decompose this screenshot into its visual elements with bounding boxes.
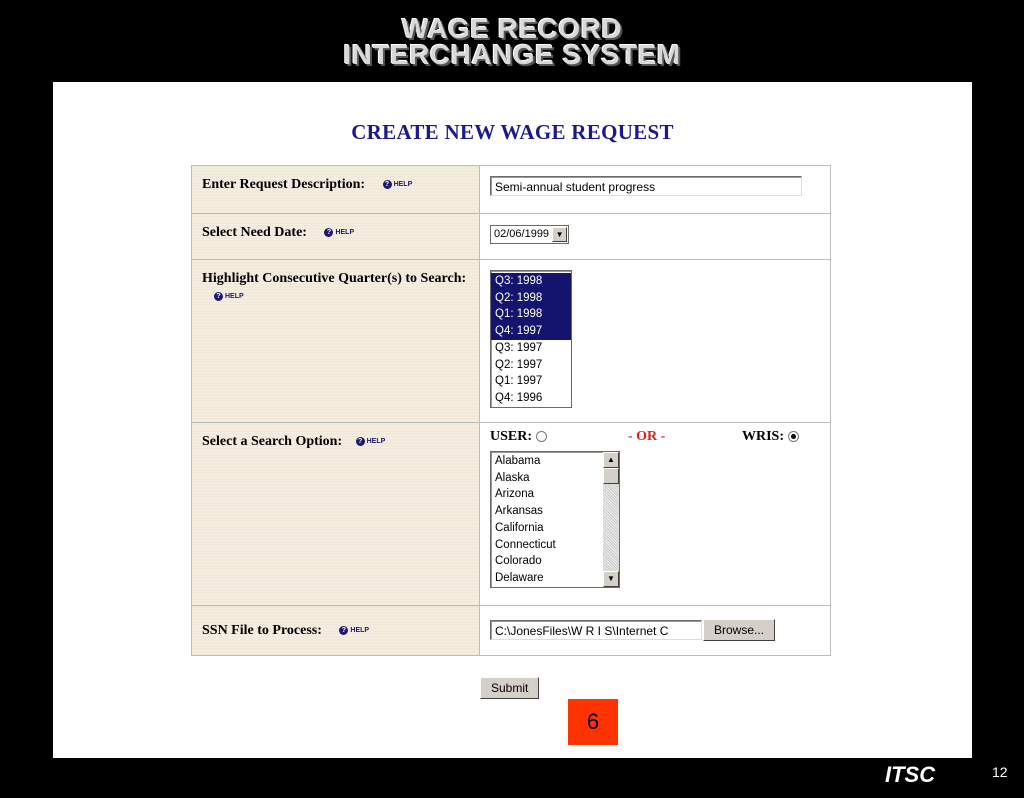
page-title: CREATE NEW WAGE REQUEST — [351, 120, 674, 144]
state-option[interactable]: Arkansas — [491, 503, 619, 520]
scroll-thumb[interactable] — [603, 468, 619, 484]
quarters-help-link[interactable]: ? HELP — [214, 288, 244, 306]
quarter-option[interactable]: Q3: 1997 — [491, 340, 571, 357]
help-icon: ? — [382, 180, 392, 189]
step-badge: 6 — [568, 699, 618, 745]
wris-radio-group: WRIS: — [742, 429, 800, 445]
quarter-option[interactable]: Q2: 1998 — [491, 289, 571, 307]
description-label-cell: Enter Request Description: ? HELP — [191, 165, 480, 214]
search-option-radios: USER: - OR - WRIS: — [490, 429, 820, 447]
state-option[interactable]: Connecticut — [491, 537, 619, 554]
quarters-field-cell: Q3: 1998 Q2: 1998 Q1: 1998 Q4: 1997 Q3: 1997… — [479, 259, 831, 423]
ssn-file-label: SSN File to Process: — [202, 623, 322, 639]
state-option[interactable]: Arizona — [491, 486, 619, 503]
quarter-option[interactable]: Q3: 1998 — [491, 273, 571, 290]
or-separator: - OR - — [628, 429, 666, 444]
submit-button[interactable]: Submit — [480, 677, 540, 699]
ssn-file-label-cell: SSN File to Process: ? HELP — [191, 605, 480, 656]
quarter-option[interactable]: Q4: 1996 — [491, 390, 571, 407]
quarters-label-cell: Highlight Consecutive Quarter(s) to Sear… — [191, 259, 480, 423]
user-radio[interactable] — [536, 431, 548, 443]
chevron-down-icon: ▼ — [552, 226, 568, 242]
need-date-label-cell: Select Need Date: ? HELP — [191, 213, 480, 260]
help-icon: ? — [214, 292, 223, 301]
description-input[interactable]: Semi-annual student progress — [490, 176, 802, 196]
need-date-select[interactable]: 02/06/1999 ▼ — [490, 224, 570, 244]
state-listbox[interactable]: Alabama Alaska Arizona Arkansas California Co… — [490, 451, 620, 588]
search-option-label: Select a Search Option: — [202, 434, 343, 450]
need-date-label: Select Need Date: — [202, 225, 307, 241]
need-date-help-link[interactable]: ? HELP — [324, 224, 354, 242]
wris-radio[interactable] — [788, 431, 800, 443]
quarter-option[interactable]: Q1: 1998 — [491, 306, 571, 324]
state-option[interactable]: California — [491, 520, 619, 537]
quarters-label: Highlight Consecutive Quarter(s) to Sear… — [202, 271, 467, 286]
search-option-label-cell: Select a Search Option: ? HELP — [191, 422, 480, 606]
state-option[interactable]: Delaware — [491, 570, 619, 587]
state-option[interactable]: Colorado — [491, 553, 619, 570]
state-option[interactable]: Alabama — [491, 453, 619, 470]
user-radio-label: USER: — [490, 429, 533, 444]
search-option-help-link[interactable]: ? HELP — [355, 433, 385, 451]
page-number: 12 — [992, 764, 1008, 780]
description-help-link[interactable]: ? HELP — [382, 176, 412, 194]
quarter-option[interactable]: Q2: 1997 — [491, 357, 571, 374]
scroll-up-icon[interactable]: ▲ — [603, 452, 619, 468]
ssn-file-input[interactable]: C:\JonesFiles\W R I S\Internet C — [490, 620, 702, 640]
quarter-option[interactable]: Q4: 1997 — [491, 323, 571, 340]
browse-button[interactable]: Browse... — [703, 619, 776, 641]
request-form: Enter Request Description: ? HELP Semi-an… — [191, 165, 831, 656]
ssn-file-help-link[interactable]: ? HELP — [339, 622, 369, 640]
state-list: Alabama Alaska Arizona Arkansas California Co… — [491, 453, 619, 587]
need-date-field-cell: 02/06/1999 ▼ — [479, 213, 831, 260]
banner-title-line2: INTERCHANGE SYSTEM — [343, 39, 681, 70]
banner: WAGE RECORD INTERCHANGE SYSTEM — [0, 0, 1024, 82]
description-field-cell: Semi-annual student progress — [479, 165, 831, 214]
description-label: Enter Request Description: — [202, 177, 366, 193]
ssn-file-field-cell: C:\JonesFiles\W R I S\Internet C Browse..… — [479, 605, 831, 656]
state-option[interactable]: Alaska — [491, 470, 619, 487]
wris-radio-label: WRIS: — [742, 429, 785, 444]
brand-logo: ITSC — [885, 762, 936, 787]
search-option-field-cell: USER: - OR - WRIS: Alabama Alaska Arizona A… — [479, 422, 831, 606]
help-icon: ? — [355, 437, 365, 446]
help-icon: ? — [339, 626, 349, 635]
state-scrollbar[interactable]: ▲ ▼ — [603, 452, 619, 587]
slide-content: CREATE NEW WAGE REQUEST Enter Request De… — [53, 82, 972, 758]
help-icon: ? — [324, 228, 334, 237]
quarters-listbox[interactable]: Q3: 1998 Q2: 1998 Q1: 1998 Q4: 1997 Q3: 1997… — [490, 270, 572, 408]
quarter-option[interactable]: Q1: 1997 — [491, 373, 571, 390]
scroll-down-icon[interactable]: ▼ — [603, 571, 619, 587]
